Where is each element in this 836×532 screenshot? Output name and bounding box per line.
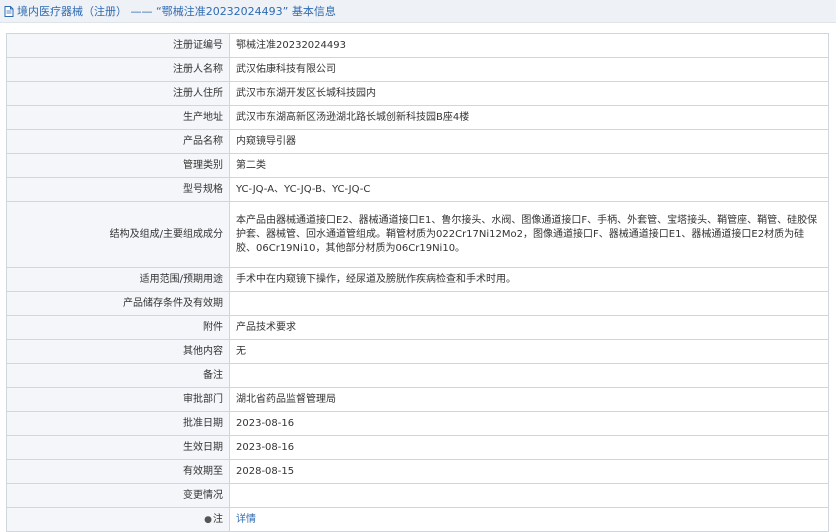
row-label: 备注: [6, 363, 230, 388]
table-row: 备注: [6, 363, 829, 388]
table-row: 有效期至 2028-08-15: [6, 459, 829, 484]
row-value: 2023-08-16: [229, 435, 829, 460]
page-header: 境内医疗器械（注册） —— “鄂械注准20232024493” 基本信息: [0, 0, 836, 23]
table-row: 变更情况: [6, 483, 829, 508]
row-label: 产品储存条件及有效期: [6, 291, 230, 316]
row-value: 武汉市东湖高新区汤逊湖北路长城创新科技园B座4楼: [229, 105, 829, 130]
row-value: 产品技术要求: [229, 315, 829, 340]
row-value: 武汉佑康科技有限公司: [229, 57, 829, 82]
table-row: 生产地址 武汉市东湖高新区汤逊湖北路长城创新科技园B座4楼: [6, 105, 829, 130]
page-title: 境内医疗器械（注册） —— “鄂械注准20232024493” 基本信息: [17, 5, 336, 18]
table-row: 适用范围/预期用途 手术中在内窥镜下操作，经尿道及膀胱作疾病检查和手术时用。: [6, 267, 829, 292]
table-row: 注册人住所 武汉市东湖开发区长城科技园内: [6, 81, 829, 106]
row-label: 变更情况: [6, 483, 230, 508]
info-table: 注册证编号 鄂械注准20232024493 注册人名称 武汉佑康科技有限公司 注册人…: [6, 33, 829, 532]
row-value: 本产品由器械通道接口E2、器械通道接口E1、鲁尔接头、水阀、图像通道接口F、手柄…: [229, 201, 829, 268]
detail-link[interactable]: 详情: [236, 514, 256, 525]
row-value: 2023-08-16: [229, 411, 829, 436]
row-label: 生效日期: [6, 435, 230, 460]
table-row: 产品名称 内窥镜导引器: [6, 129, 829, 154]
row-label: 有效期至: [6, 459, 230, 484]
row-label: 批准日期: [6, 411, 230, 436]
note-label: 注: [213, 513, 223, 525]
table-row: 其他内容无: [6, 339, 829, 364]
document-icon: [4, 5, 14, 17]
pin-icon: ●: [204, 514, 212, 525]
row-label: 注册人住所: [6, 81, 230, 106]
row-label: 适用范围/预期用途: [6, 267, 230, 292]
table-row: 注册证编号 鄂械注准20232024493: [6, 33, 829, 58]
row-label: 型号规格: [6, 177, 230, 202]
row-value: 鄂械注准20232024493: [229, 33, 829, 58]
table-row: 型号规格 YC-JQ-A、YC-JQ-B、YC-JQ-C: [6, 177, 829, 202]
table-row: 注册人名称 武汉佑康科技有限公司: [6, 57, 829, 82]
row-label: 注册证编号: [6, 33, 230, 58]
row-label: 产品名称: [6, 129, 230, 154]
row-value: 湖北省药品监督管理局: [229, 387, 829, 412]
table-row: 产品储存条件及有效期: [6, 291, 829, 316]
table-row: 审批部门 湖北省药品监督管理局: [6, 387, 829, 412]
table-row: 生效日期 2023-08-16: [6, 435, 829, 460]
row-label: 审批部门: [6, 387, 230, 412]
row-value: YC-JQ-A、YC-JQ-B、YC-JQ-C: [229, 177, 829, 202]
table-row: 结构及组成/主要组成成分 本产品由器械通道接口E2、器械通道接口E1、鲁尔接头、水…: [6, 201, 829, 268]
table-row: 批准日期 2023-08-16: [6, 411, 829, 436]
row-value: 内窥镜导引器: [229, 129, 829, 154]
row-label: 注册人名称: [6, 57, 230, 82]
row-label: 生产地址: [6, 105, 230, 130]
row-value: 第二类: [229, 153, 829, 178]
row-value: 2028-08-15: [229, 459, 829, 484]
table-row: 附件 产品技术要求: [6, 315, 829, 340]
row-value: [229, 291, 829, 316]
row-label: 其他内容: [6, 339, 230, 364]
row-value: 无: [229, 339, 829, 364]
row-label: 结构及组成/主要组成成分: [6, 201, 230, 268]
row-label: 附件: [6, 315, 230, 340]
row-label: 管理类别: [6, 153, 230, 178]
row-value: [229, 483, 829, 508]
row-value: 武汉市东湖开发区长城科技园内: [229, 81, 829, 106]
row-value: [229, 363, 829, 388]
row-value: 手术中在内窥镜下操作，经尿道及膀胱作疾病检查和手术时用。: [229, 267, 829, 292]
table-row: 管理类别 第二类: [6, 153, 829, 178]
